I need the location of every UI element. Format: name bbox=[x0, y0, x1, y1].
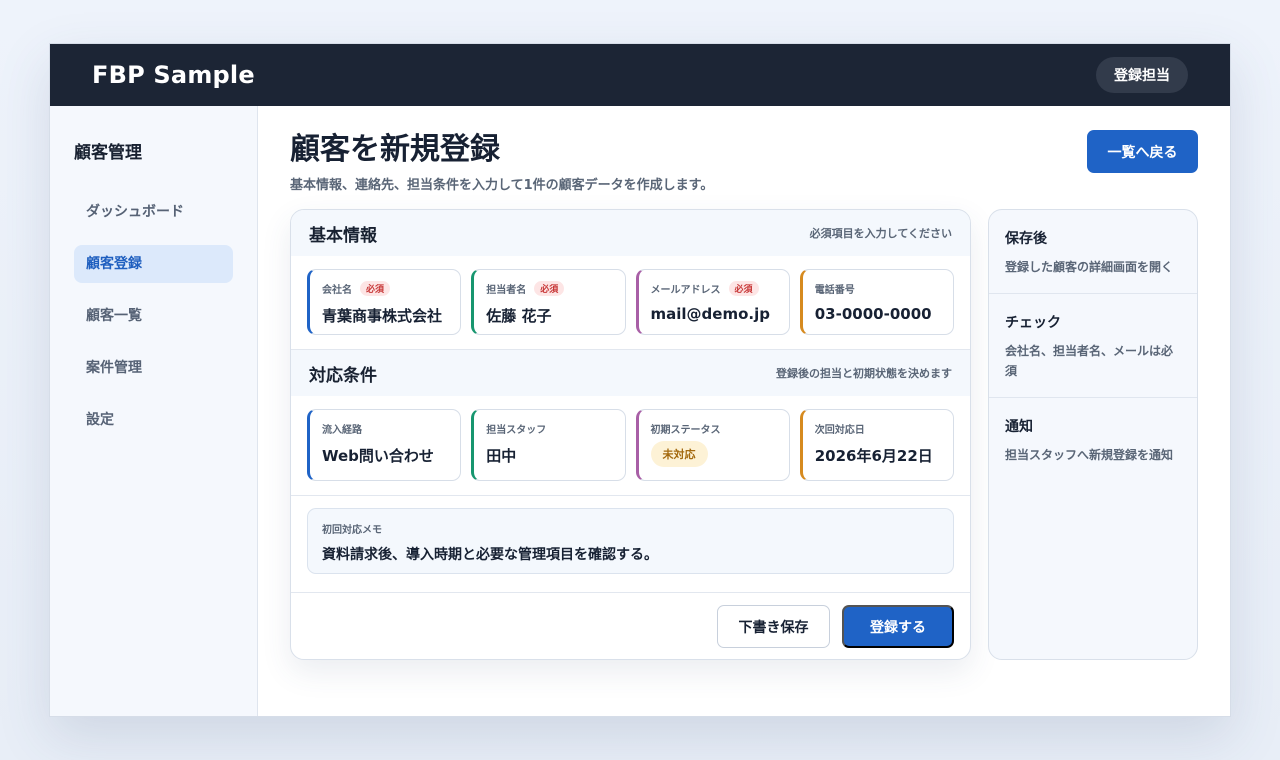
required-badge: 必須 bbox=[728, 280, 759, 296]
user-role-button[interactable]: 登録担当 bbox=[1096, 57, 1188, 93]
staff-field[interactable]: 担当スタッフ 田中 bbox=[471, 409, 626, 481]
note-title: チェック bbox=[1005, 315, 1061, 331]
note-title: 通知 bbox=[1005, 419, 1033, 435]
company-field[interactable]: 会社名 必須 青葉商事株式会社 bbox=[307, 269, 462, 335]
body-area: 顧客管理 ダッシュボード 顧客登録 顧客一覧 案件管理 設定 顧客を新規登録 基… bbox=[50, 106, 1230, 716]
contact-name-value: 佐藤 花子 bbox=[486, 307, 552, 325]
initial-status-label: 初期ステータス bbox=[650, 424, 721, 436]
memo-value: 資料請求後、導入時期と必要な管理項目を確認する。 bbox=[322, 547, 658, 563]
memo-label: 初回対応メモ bbox=[322, 525, 382, 536]
conditions-hint: 登録後の担当と初期状態を決めます bbox=[776, 367, 952, 380]
status-badge: 未対応 bbox=[650, 441, 708, 467]
memo-section: 初回対応メモ 資料請求後、導入時期と必要な管理項目を確認する。 bbox=[291, 496, 970, 592]
contact-name-label: 担当者名 必須 bbox=[486, 280, 612, 296]
note-notify: 通知 担当スタッフへ新規登録を通知 bbox=[989, 398, 1197, 481]
source-label: 流入経路 bbox=[322, 424, 362, 436]
next-date-value: 2026年6月22日 bbox=[814, 447, 933, 465]
phone-field[interactable]: 電話番号 03-0000-0000 bbox=[799, 269, 954, 335]
page-heading-group: 顧客を新規登録 基本情報、連絡先、担当条件を入力して1件の顧客データを作成します… bbox=[290, 130, 713, 193]
sidebar-item-projects[interactable]: 案件管理 bbox=[74, 349, 233, 387]
basic-info-title: 基本情報 bbox=[309, 225, 377, 246]
conditions-fields: 流入経路 Web問い合わせ 担当スタッフ 田中 初期ステータス 未対応 次回対応… bbox=[291, 396, 970, 495]
top-bar: FBP Sample 登録担当 bbox=[50, 44, 1230, 106]
sidebar: 顧客管理 ダッシュボード 顧客登録 顧客一覧 案件管理 設定 bbox=[50, 106, 258, 716]
basic-info-fields: 会社名 必須 青葉商事株式会社 担当者名 必須 佐藤 花子 メールアドレス 必須… bbox=[291, 256, 970, 349]
note-title: 保存後 bbox=[1005, 231, 1047, 247]
phone-value: 03-0000-0000 bbox=[814, 305, 932, 323]
brand-logo: FBP Sample bbox=[92, 61, 255, 89]
page-header: 顧客を新規登録 基本情報、連絡先、担当条件を入力して1件の顧客データを作成します… bbox=[290, 130, 1198, 193]
initial-status-field[interactable]: 初期ステータス 未対応 bbox=[635, 409, 790, 481]
app-window: FBP Sample 登録担当 顧客管理 ダッシュボード 顧客登録 顧客一覧 案… bbox=[49, 43, 1231, 717]
phone-label-text: 電話番号 bbox=[814, 284, 855, 296]
note-check: チェック 会社名、担当者名、メールは必須 bbox=[989, 294, 1197, 398]
content-row: 基本情報 必須項目を入力してください 会社名 必須 青葉商事株式会社 担当者名 … bbox=[290, 209, 1198, 660]
note-text: 会社名、担当者名、メールは必須 bbox=[1005, 344, 1174, 378]
email-field[interactable]: メールアドレス 必須 mail@demo.jp bbox=[635, 269, 790, 335]
email-label: メールアドレス 必須 bbox=[651, 280, 777, 296]
sidebar-item-dashboard[interactable]: ダッシュボード bbox=[74, 193, 233, 231]
page-subtitle: 基本情報、連絡先、担当条件を入力して1件の顧客データを作成します。 bbox=[290, 178, 714, 193]
note-text: 担当スタッフへ新規登録を通知 bbox=[1005, 448, 1174, 462]
basic-info-hint: 必須項目を入力してください bbox=[809, 227, 952, 240]
required-badge: 必須 bbox=[534, 280, 565, 296]
sidebar-item-customer-list[interactable]: 顧客一覧 bbox=[74, 297, 233, 335]
main-content: 顧客を新規登録 基本情報、連絡先、担当条件を入力して1件の顧客データを作成します… bbox=[258, 106, 1230, 716]
staff-value: 田中 bbox=[486, 447, 517, 465]
staff-label: 担当スタッフ bbox=[486, 424, 547, 436]
note-after-save: 保存後 登録した顧客の詳細画面を開く bbox=[989, 210, 1197, 294]
required-badge: 必須 bbox=[360, 280, 391, 296]
sidebar-item-customer-register[interactable]: 顧客登録 bbox=[74, 245, 233, 283]
next-date-label: 次回対応日 bbox=[814, 424, 865, 436]
register-button[interactable]: 登録する bbox=[842, 605, 954, 648]
back-to-list-button[interactable]: 一覧へ戻る bbox=[1087, 130, 1198, 173]
info-panel: 保存後 登録した顧客の詳細画面を開く チェック 会社名、担当者名、メールは必須 … bbox=[988, 209, 1198, 660]
phone-label: 電話番号 bbox=[815, 280, 941, 296]
source-value: Web問い合わせ bbox=[322, 447, 434, 465]
email-value: mail@demo.jp bbox=[650, 305, 770, 323]
company-label: 会社名 必須 bbox=[322, 280, 448, 296]
basic-info-header: 基本情報 必須項目を入力してください bbox=[291, 210, 970, 256]
conditions-title: 対応条件 bbox=[309, 365, 377, 386]
memo-field[interactable]: 初回対応メモ 資料請求後、導入時期と必要な管理項目を確認する。 bbox=[307, 508, 954, 574]
customer-form: 基本情報 必須項目を入力してください 会社名 必須 青葉商事株式会社 担当者名 … bbox=[290, 209, 971, 660]
company-value: 青葉商事株式会社 bbox=[322, 307, 443, 325]
source-field[interactable]: 流入経路 Web問い合わせ bbox=[307, 409, 462, 481]
email-label-text: メールアドレス bbox=[650, 284, 721, 296]
contact-name-label-text: 担当者名 bbox=[486, 284, 527, 296]
next-date-field[interactable]: 次回対応日 2026年6月22日 bbox=[799, 409, 954, 481]
sidebar-item-settings[interactable]: 設定 bbox=[74, 401, 233, 439]
company-label-text: 会社名 bbox=[322, 284, 352, 296]
sidebar-title: 顧客管理 bbox=[74, 143, 142, 163]
note-text: 登録した顧客の詳細画面を開く bbox=[1005, 260, 1174, 274]
save-draft-button[interactable]: 下書き保存 bbox=[717, 605, 830, 648]
contact-name-field[interactable]: 担当者名 必須 佐藤 花子 bbox=[471, 269, 626, 335]
form-actions: 下書き保存 登録する bbox=[291, 593, 970, 648]
conditions-header: 対応条件 登録後の担当と初期状態を決めます bbox=[291, 350, 970, 396]
page-title: 顧客を新規登録 bbox=[290, 132, 500, 167]
